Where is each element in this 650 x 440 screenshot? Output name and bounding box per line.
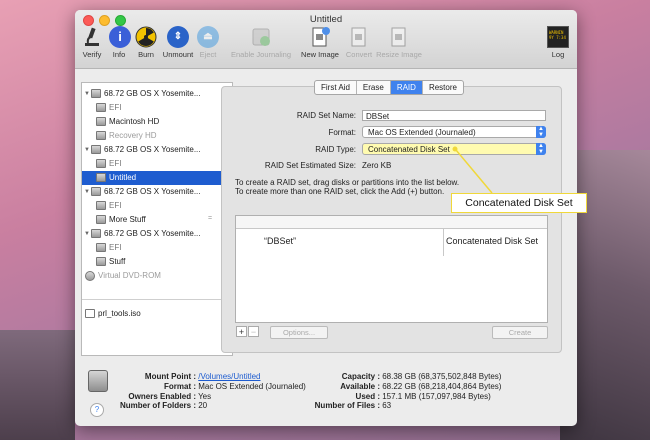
folders-label: Number of Folders : <box>119 401 196 411</box>
capacity-label: Capacity : <box>341 372 380 381</box>
volume-disk-icon <box>88 370 108 392</box>
folders-value: 20 <box>198 401 208 411</box>
files-value: 63 <box>382 401 392 411</box>
callout-label: Concatenated Disk Set <box>451 193 587 213</box>
mount-point-link[interactable]: /Volumes/Untitled <box>198 372 260 381</box>
used-value: 157.1 MB (157,097,984 Bytes) <box>382 391 491 401</box>
mount-point-label: Mount Point : <box>144 372 196 381</box>
available-value: 68.22 GB (68,218,404,864 Bytes) <box>382 381 502 391</box>
volume-info-left: Mount Point : /Volumes/Untitled Format :… <box>118 372 306 411</box>
help-button[interactable]: ? <box>90 403 104 417</box>
volume-info-right: Capacity : 68.38 GB (68,375,502,848 Byte… <box>308 372 502 411</box>
available-label: Available : <box>340 381 380 391</box>
files-label: Number of Files : <box>314 401 380 411</box>
owners-enabled-value: Yes <box>198 391 212 401</box>
owners-enabled-label: Owners Enabled : <box>128 391 196 401</box>
used-label: Used : <box>355 391 380 401</box>
format-info-value: Mac OS Extended (Journaled) <box>198 381 306 391</box>
capacity-value: 68.38 GB (68,375,502,848 Bytes) <box>382 372 502 381</box>
format-info-label: Format : <box>164 381 196 391</box>
